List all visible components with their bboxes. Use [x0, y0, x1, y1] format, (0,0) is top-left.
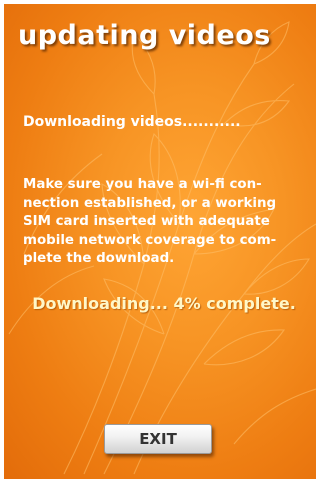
- connection-instructions: Make sure you have a wi-fi con- nection …: [23, 176, 313, 269]
- instructions-line: nection established, or a working: [23, 195, 277, 211]
- instructions-line: SIM card inserted with adequate: [23, 214, 270, 229]
- instructions-line: plete the download.: [23, 251, 175, 266]
- instructions-line: mobile network coverage to com-: [23, 232, 277, 248]
- progress-text: Downloading... 4% complete.: [32, 294, 296, 313]
- exit-button[interactable]: EXIT: [104, 424, 212, 454]
- instructions-line: Make sure you have a wi-fi con-: [23, 177, 262, 192]
- page-title: updating videos: [18, 20, 271, 51]
- app-screen: updating videos Downloading videos......…: [0, 0, 320, 483]
- downloading-status: Downloading videos...........: [23, 114, 241, 130]
- update-panel: updating videos Downloading videos......…: [4, 4, 316, 479]
